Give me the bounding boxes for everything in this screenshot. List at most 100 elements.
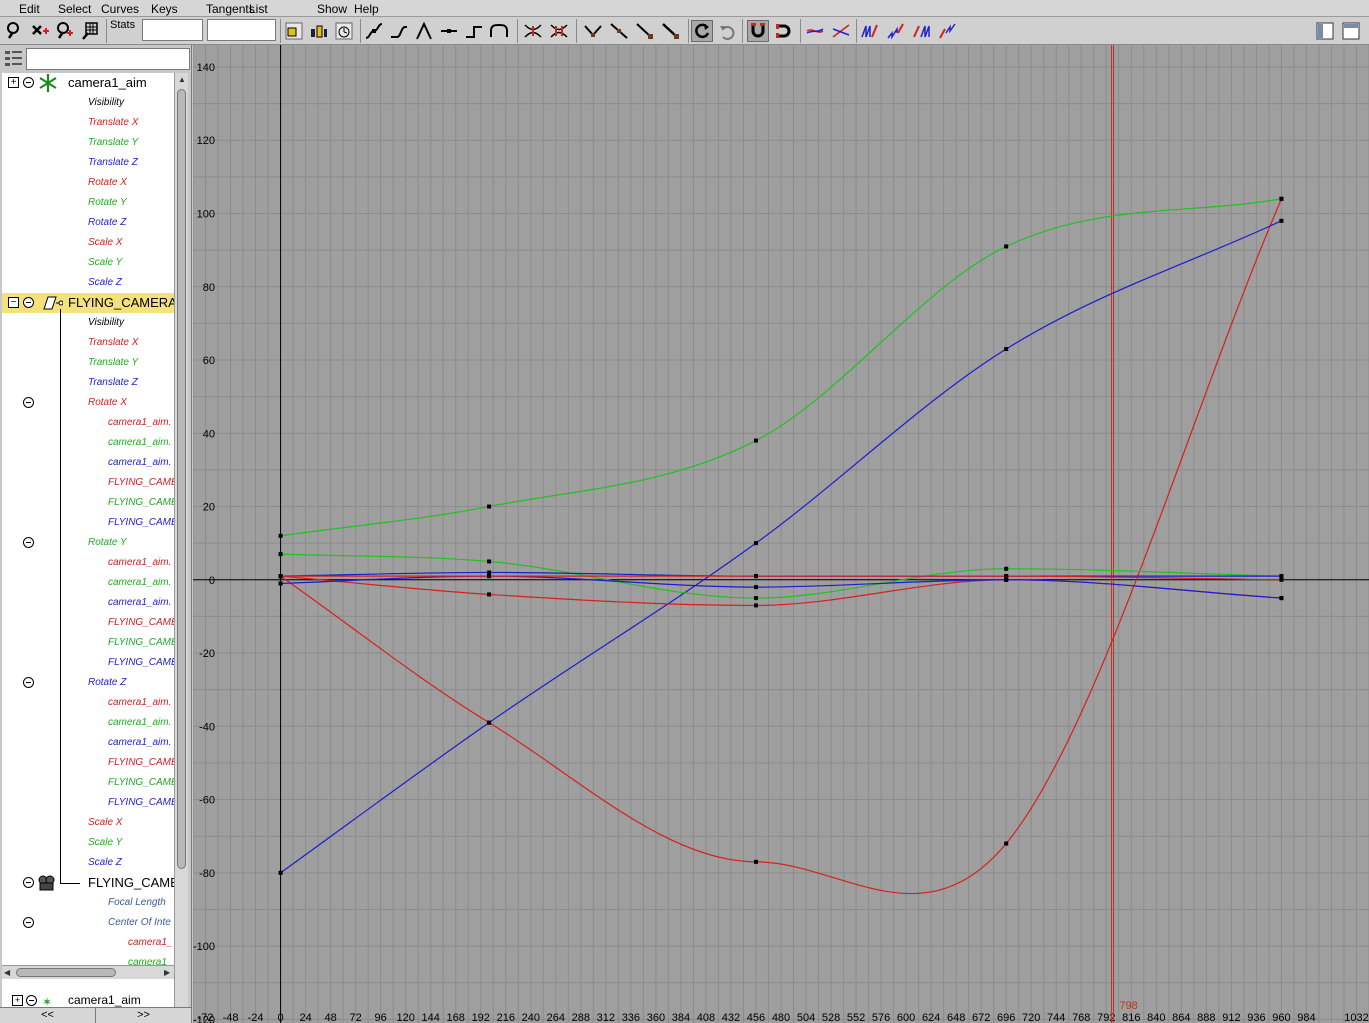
lattice-deform-keys-icon[interactable] <box>79 20 101 42</box>
outliner-curve-row[interactable]: Rotate Z <box>2 673 174 693</box>
menu-list[interactable]: List <box>249 1 268 16</box>
flat-tangents-icon[interactable] <box>438 20 460 42</box>
menu-curves[interactable]: Curves <box>101 1 139 16</box>
outliner-curve-row[interactable]: FLYING_CAME <box>2 613 174 633</box>
outliner-node-row[interactable]: FLYING_CAME <box>2 873 174 893</box>
collapse-circle-icon[interactable] <box>23 877 34 888</box>
swap-buffer-curve-icon[interactable] <box>548 20 570 42</box>
outliner-curve-row[interactable]: camera1_aim. <box>2 433 174 453</box>
pre-infinity-offset-icon[interactable] <box>885 20 907 42</box>
outliner-curve-row[interactable]: FLYING_CAME <box>2 753 174 773</box>
outliner-horizontal-scroll-thumb[interactable] <box>16 968 116 977</box>
denormalize-curves-icon[interactable] <box>830 20 852 42</box>
outliner-curve-row[interactable]: Rotate Y <box>2 533 174 553</box>
outliner-curve-row[interactable]: FLYING_CAME <box>2 773 174 793</box>
move-key-tool-icon[interactable] <box>4 20 26 42</box>
outliner-curve-row[interactable]: Translate Z <box>2 373 174 393</box>
outliner-curve-row[interactable]: camera1_aim. <box>2 733 174 753</box>
next-object-button[interactable]: >> <box>96 1008 192 1023</box>
free-tangent-weight-icon[interactable] <box>634 20 656 42</box>
outliner-node-row[interactable]: + camera1_aim <box>2 73 174 93</box>
menu-select[interactable]: Select <box>58 1 91 16</box>
collapse-circle-icon[interactable] <box>23 677 34 688</box>
outliner-curve-row[interactable]: camera1_aim. <box>2 553 174 573</box>
outliner-curve-row[interactable]: Scale X <box>2 233 174 253</box>
outliner-curve-row[interactable]: Translate Y <box>2 353 174 373</box>
outliner-horizontal-scrollbar[interactable]: ◀ ▶ <box>2 965 174 979</box>
previous-object-button[interactable]: << <box>0 1008 96 1023</box>
scroll-right-arrow-icon[interactable]: ▶ <box>164 968 170 977</box>
outliner-next-object-row[interactable]: + ✶ camera1_aim <box>2 995 190 1007</box>
menu-keys[interactable]: Keys <box>151 1 178 16</box>
outliner-curve-row[interactable]: camera1_aim. <box>2 453 174 473</box>
frame-selection-icon[interactable] <box>308 20 330 42</box>
pre-infinity-cycle-icon[interactable] <box>859 20 881 42</box>
outliner-only-layout-icon[interactable] <box>1314 20 1336 42</box>
outliner-curve-row[interactable]: camera1_aim. <box>2 713 174 733</box>
undo-refresh-icon[interactable] <box>716 20 738 42</box>
stats-value-field[interactable] <box>207 19 276 41</box>
add-key-tool-icon[interactable] <box>54 20 76 42</box>
outliner-vertical-scrollbar[interactable]: ▲ <box>174 73 188 1008</box>
outliner-curve-row[interactable]: Focal Length <box>2 893 174 913</box>
time-snap-magnet-icon[interactable] <box>747 20 769 42</box>
outliner-curve-row[interactable]: camera1_aim. <box>2 573 174 593</box>
break-tangents-icon[interactable] <box>582 20 604 42</box>
outliner-curve-row[interactable]: Translate Z <box>2 153 174 173</box>
outliner-curve-row[interactable]: FLYING_CAME <box>2 513 174 533</box>
outliner-curve-row[interactable]: Scale Y <box>2 253 174 273</box>
value-snap-magnet-icon[interactable] <box>773 20 795 42</box>
outliner-curve-row[interactable]: Translate X <box>2 113 174 133</box>
outliner-curve-row[interactable]: camera1_aim. <box>2 693 174 713</box>
menu-tangents[interactable]: Tangents <box>206 1 255 16</box>
collapse-circle-icon[interactable] <box>23 537 34 548</box>
outliner-curve-row[interactable]: Rotate Z <box>2 213 174 233</box>
collapse-circle-icon[interactable] <box>23 297 34 308</box>
step-tangents-icon[interactable] <box>463 20 485 42</box>
outliner-curve-row[interactable]: FLYING_CAME <box>2 493 174 513</box>
graph-only-layout-icon[interactable] <box>1340 20 1362 42</box>
plateau-tangents-icon[interactable] <box>488 20 510 42</box>
frame-playback-range-icon[interactable] <box>333 20 355 42</box>
outliner-curve-row[interactable]: Translate Y <box>2 133 174 153</box>
outliner-curve-row[interactable]: Rotate X <box>2 173 174 193</box>
auto-load-refresh-icon[interactable] <box>691 20 713 42</box>
outliner-curve-row[interactable]: FLYING_CAME <box>2 633 174 653</box>
collapse-circle-icon[interactable] <box>23 917 34 928</box>
outliner-curve-row[interactable]: Scale X <box>2 813 174 833</box>
post-infinity-offset-icon[interactable] <box>937 20 959 42</box>
outliner-curve-row[interactable]: camera1_aim. <box>2 413 174 433</box>
post-infinity-cycle-icon[interactable] <box>911 20 933 42</box>
outliner-curve-row[interactable]: FLYING_CAME <box>2 473 174 493</box>
collapse-circle-icon[interactable] <box>23 77 34 88</box>
spline-tangents-icon[interactable] <box>363 20 385 42</box>
outliner-curve-row[interactable]: Visibility <box>2 313 174 333</box>
outliner-vertical-scroll-thumb[interactable] <box>177 89 186 869</box>
outliner-curve-row[interactable]: Visibility <box>2 93 174 113</box>
unify-tangents-icon[interactable] <box>608 20 630 42</box>
expand-plus-icon[interactable]: + <box>8 77 19 88</box>
lock-tangent-weight-icon[interactable] <box>660 20 682 42</box>
menu-help[interactable]: Help <box>354 1 379 16</box>
outliner-curve-row[interactable]: Rotate X <box>2 393 174 413</box>
collapse-circle-icon[interactable] <box>23 397 34 408</box>
outliner-curve-row[interactable]: camera1_aim. <box>2 593 174 613</box>
curve-graph[interactable]: 140120100806040200-20-40-60-80-100-120-7… <box>192 45 1369 1023</box>
scroll-left-arrow-icon[interactable]: ◀ <box>4 968 10 977</box>
outliner-filter-field[interactable] <box>26 48 190 70</box>
normalize-curves-icon[interactable] <box>804 20 826 42</box>
stats-time-field[interactable] <box>142 19 203 41</box>
graph-view[interactable]: 140 120 100 80 60 40 20 0 -20 -40 -60 -80 -100 -120 -7… <box>192 45 1369 1023</box>
insert-key-tool-icon[interactable] <box>29 20 51 42</box>
linear-tangents-icon[interactable] <box>413 20 435 42</box>
menu-edit[interactable]: Edit <box>19 1 40 16</box>
buffer-curve-snapshot-icon[interactable] <box>522 20 544 42</box>
outliner-curve-row[interactable]: Scale Z <box>2 273 174 293</box>
outliner-curve-row[interactable]: FLYING_CAME <box>2 793 174 813</box>
clamped-tangents-icon[interactable] <box>388 20 410 42</box>
frame-all-icon[interactable] <box>283 20 305 42</box>
collapse-minus-icon[interactable]: − <box>8 297 19 308</box>
outliner-node-row[interactable]: − FLYING_CAMERA <box>2 293 174 313</box>
outliner-curve-row[interactable]: Rotate Y <box>2 193 174 213</box>
outliner-curve-row[interactable]: FLYING_CAME <box>2 653 174 673</box>
